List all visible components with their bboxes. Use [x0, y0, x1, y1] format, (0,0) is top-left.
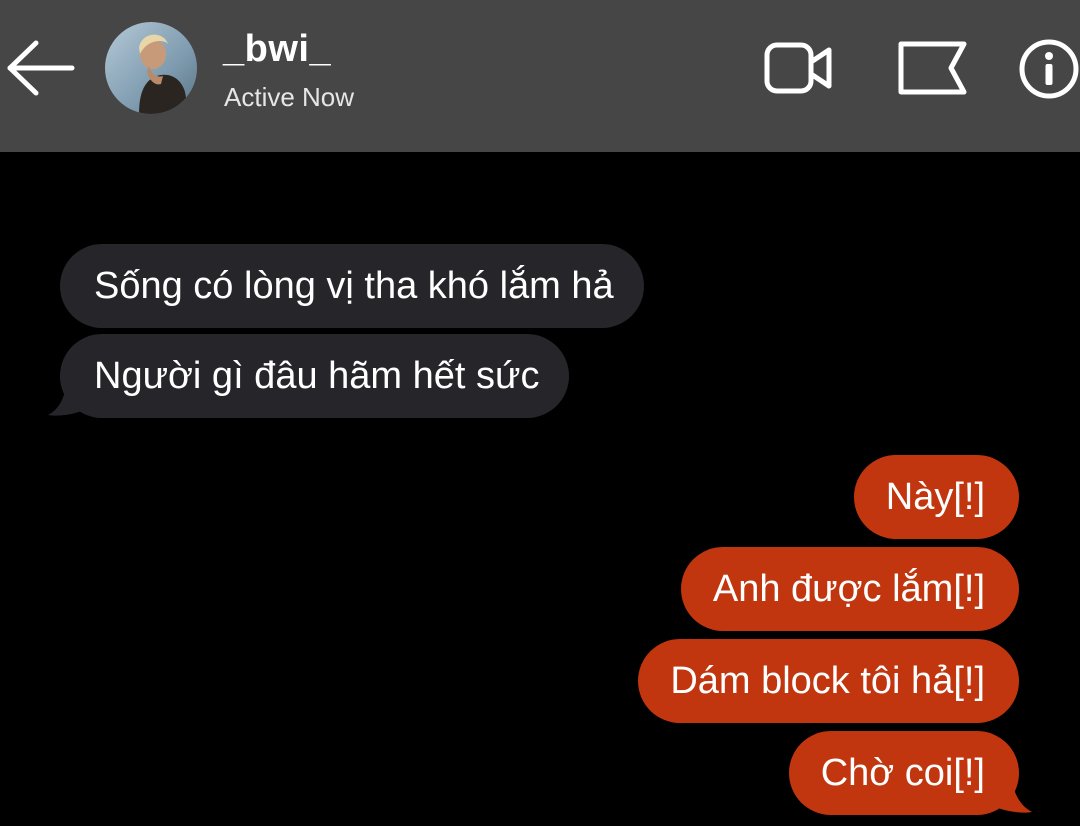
message-text: Dám block tôi hả[!] — [670, 660, 985, 702]
flag-button[interactable] — [896, 38, 968, 98]
chat-header: _bwi_ Active Now — [0, 0, 1080, 152]
active-status: Active Now — [224, 82, 355, 112]
profile-photo — [105, 22, 197, 114]
info-button[interactable] — [1018, 38, 1080, 100]
message-text: Anh được lắm[!] — [712, 568, 985, 610]
outgoing-message[interactable]: Chờ coi[!] — [788, 731, 1019, 815]
incoming-message[interactable]: Người gì đâu hãm hết sức — [60, 334, 570, 418]
message-text: Người gì đâu hãm hết sức — [94, 355, 540, 397]
outgoing-message[interactable]: Dám block tôi hả[!] — [638, 639, 1019, 723]
message-text: Chờ coi[!] — [820, 752, 985, 794]
outgoing-message[interactable]: Anh được lắm[!] — [680, 547, 1019, 631]
arrow-left-icon — [7, 40, 75, 96]
back-button[interactable] — [4, 38, 76, 98]
info-icon — [1019, 39, 1079, 99]
incoming-message[interactable]: Sống có lòng vị tha khó lắm hả — [60, 244, 644, 328]
message-text: Này[!] — [885, 476, 985, 518]
outgoing-message[interactable]: Này[!] — [853, 455, 1019, 539]
flag-icon — [898, 41, 967, 95]
message-text: Sống có lòng vị tha khó lắm hả — [94, 265, 614, 307]
chat-screen: _bwi_ Active Now Sống có lòng vị tha khó — [0, 0, 1080, 826]
video-call-button[interactable] — [763, 38, 833, 98]
avatar[interactable] — [105, 22, 197, 114]
video-camera-icon — [764, 42, 832, 94]
contact-name[interactable]: _bwi_ — [223, 28, 331, 71]
